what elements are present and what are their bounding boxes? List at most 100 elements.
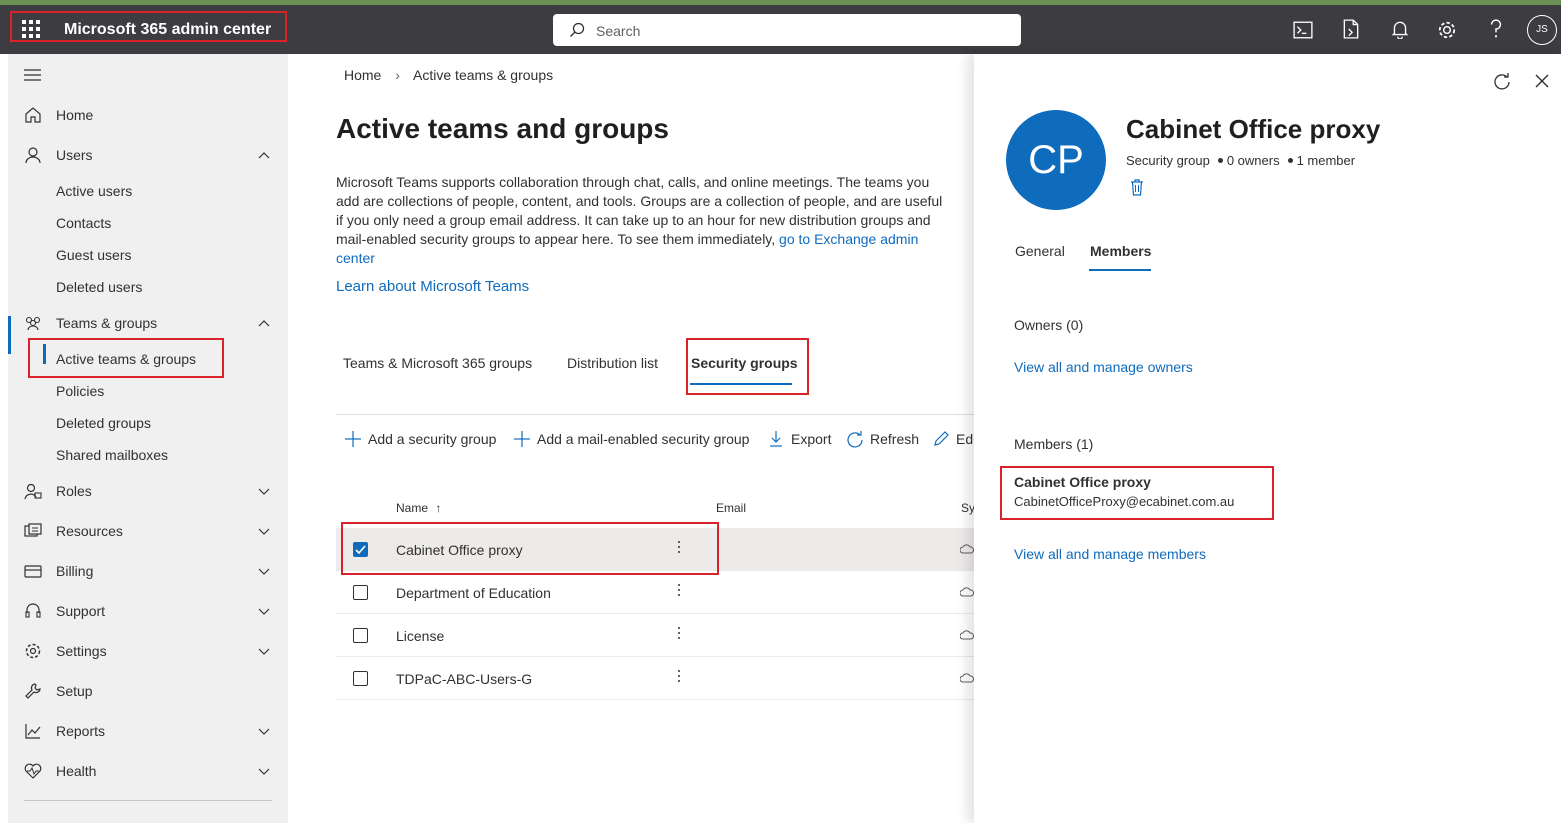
breadcrumb-home[interactable]: Home [344, 67, 381, 83]
nav-settings-label: Settings [56, 643, 107, 659]
tab-distribution-list[interactable]: Distribution list [567, 355, 658, 371]
search-box[interactable]: Search [553, 14, 1021, 46]
nav-roles[interactable]: Roles [8, 475, 288, 507]
nav-settings[interactable]: Settings [8, 635, 288, 667]
nav-home-label: Home [56, 107, 94, 123]
row-name[interactable]: Department of Education [396, 585, 551, 601]
row-checkbox[interactable] [353, 671, 368, 686]
highlight-box-row [341, 522, 719, 575]
more-options-icon[interactable] [676, 668, 682, 688]
manage-owners-link[interactable]: View all and manage owners [1014, 359, 1193, 375]
nav-resources[interactable]: Resources [8, 515, 288, 547]
cloud-icon [960, 544, 974, 554]
members-heading: Members (1) [1014, 436, 1094, 452]
panel-title: Cabinet Office proxy [1126, 114, 1381, 144]
chevron-down-icon[interactable] [256, 483, 272, 499]
chevron-down-icon[interactable] [256, 603, 272, 619]
nav-guest-users[interactable]: Guest users [56, 247, 131, 263]
column-header-email[interactable]: Email [716, 501, 746, 515]
table-row[interactable]: TDPaC-ABC-Users-G [336, 657, 974, 700]
nav-roles-label: Roles [56, 483, 92, 499]
nav-reports[interactable]: Reports [8, 715, 288, 747]
plus-icon [345, 431, 361, 447]
nav-contacts[interactable]: Contacts [56, 215, 111, 231]
resources-icon [24, 523, 42, 537]
sidebar-divider [24, 800, 272, 801]
nav-health[interactable]: Health [8, 755, 288, 787]
heart-icon [24, 763, 42, 779]
export-label: Export [791, 431, 832, 447]
tab-teams-m365-groups[interactable]: Teams & Microsoft 365 groups [343, 355, 532, 371]
close-icon[interactable] [1533, 72, 1551, 90]
table-row[interactable]: Department of Education [336, 571, 974, 614]
nav-shared-mailboxes[interactable]: Shared mailboxes [56, 447, 168, 463]
nav-support-label: Support [56, 603, 106, 619]
chevron-down-icon[interactable] [256, 723, 272, 739]
chevron-down-icon[interactable] [256, 763, 272, 779]
nav-resources-label: Resources [56, 523, 123, 539]
help-icon[interactable] [1486, 19, 1506, 39]
user-avatar[interactable]: JS [1527, 15, 1557, 45]
gear-icon[interactable] [1437, 20, 1457, 40]
chevron-down-icon[interactable] [256, 523, 272, 539]
nav-health-label: Health [56, 763, 97, 779]
chevron-right-icon: › [395, 67, 400, 83]
home-icon [25, 107, 41, 123]
nav-users[interactable]: Users [8, 139, 288, 171]
members-count: 1 member [1296, 153, 1356, 168]
document-icon[interactable] [1341, 19, 1361, 39]
roles-icon [24, 483, 42, 500]
nav-deleted-groups[interactable]: Deleted groups [56, 415, 151, 431]
column-header-sync[interactable]: Sy [961, 501, 975, 515]
nav-support[interactable]: Support [8, 595, 288, 627]
tab-members[interactable]: Members [1090, 243, 1151, 259]
owners-heading: Owners (0) [1014, 317, 1084, 333]
nav-billing[interactable]: Billing [8, 555, 288, 587]
wrench-icon [25, 683, 41, 699]
add-mail-enabled-label: Add a mail-enabled security group [537, 431, 750, 447]
left-navigation: Home Users Active users Contacts Guest u… [8, 54, 288, 823]
manage-members-link[interactable]: View all and manage members [1014, 546, 1206, 562]
terminal-icon[interactable] [1293, 20, 1313, 40]
row-checkbox[interactable] [353, 628, 368, 643]
nav-teams-groups[interactable]: Teams & groups [8, 307, 288, 339]
refresh-label: Refresh [870, 431, 920, 447]
row-name[interactable]: License [396, 628, 444, 644]
refresh-icon[interactable] [1492, 71, 1512, 91]
group-avatar: CP [1006, 110, 1106, 210]
column-name-label: Name [396, 501, 429, 515]
chevron-up-icon[interactable] [256, 315, 272, 331]
more-options-icon[interactable] [676, 625, 682, 645]
nav-home[interactable]: Home [8, 99, 288, 131]
nav-policies[interactable]: Policies [56, 383, 104, 399]
refresh-icon [847, 431, 863, 448]
bell-icon[interactable] [1390, 19, 1410, 39]
search-placeholder: Search [596, 23, 641, 39]
page-title: Active teams and groups [336, 113, 669, 144]
row-checkbox[interactable] [353, 585, 368, 600]
row-name[interactable]: TDPaC-ABC-Users-G [396, 671, 532, 687]
table-row[interactable]: License [336, 614, 974, 657]
top-bar: Microsoft 365 admin center Search JS [0, 0, 1561, 54]
group-details-panel: CP Cabinet Office proxy Security group 0 … [974, 54, 1561, 823]
cloud-icon [960, 587, 974, 597]
cloud-icon [960, 673, 974, 683]
chevron-down-icon[interactable] [256, 643, 272, 659]
nav-active-users[interactable]: Active users [56, 183, 132, 199]
edit-button[interactable]: Edi [932, 430, 974, 450]
chevron-down-icon[interactable] [256, 563, 272, 579]
tab-general[interactable]: General [1015, 243, 1065, 259]
chevron-up-icon[interactable] [256, 147, 272, 163]
more-options-icon[interactable] [676, 582, 682, 602]
highlight-box-tab [686, 338, 809, 395]
add-security-group-label: Add a security group [368, 431, 497, 447]
nav-deleted-users[interactable]: Deleted users [56, 279, 142, 295]
plus-icon [514, 431, 530, 447]
column-header-name[interactable]: Name ↑ [396, 501, 441, 515]
billing-icon [24, 565, 42, 578]
sort-ascending-icon: ↑ [435, 501, 442, 515]
trash-icon[interactable] [1130, 179, 1144, 196]
learn-teams-link[interactable]: Learn about Microsoft Teams [336, 278, 529, 295]
hamburger-menu-icon[interactable] [24, 69, 41, 81]
nav-setup[interactable]: Setup [8, 675, 288, 707]
